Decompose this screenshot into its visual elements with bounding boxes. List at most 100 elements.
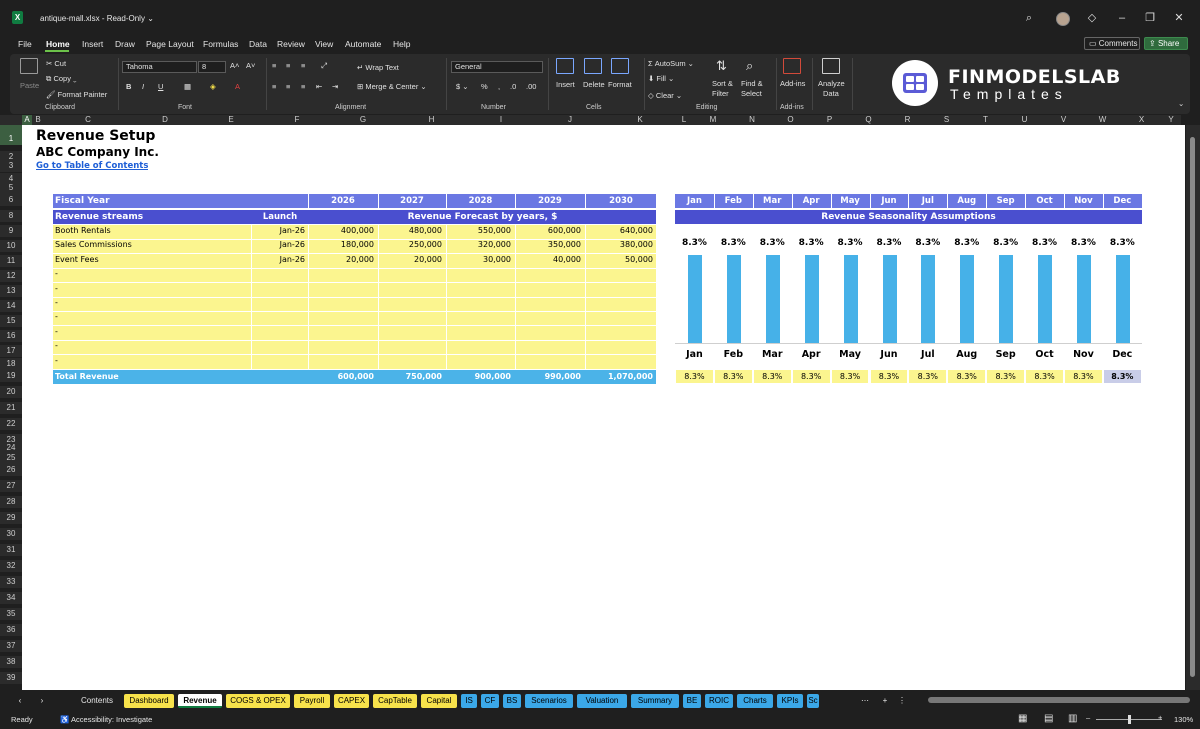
decrease-decimal-icon[interactable]: .00 xyxy=(526,82,536,91)
menu-home[interactable]: Home xyxy=(46,39,70,49)
sheet-tab-capital[interactable]: Capital xyxy=(421,694,457,708)
sheet-tab-captable[interactable]: CapTable xyxy=(373,694,417,708)
row-header-13[interactable]: 13 xyxy=(0,285,22,297)
column-header-y[interactable]: Y xyxy=(1161,115,1181,125)
row-header-31[interactable]: 31 xyxy=(0,544,22,556)
comma-icon[interactable]: , xyxy=(498,82,500,91)
column-header-t[interactable]: T xyxy=(966,115,1005,125)
column-header-b[interactable]: B xyxy=(32,115,44,125)
column-header-a[interactable]: A xyxy=(22,115,32,125)
paste-button[interactable]: Paste xyxy=(20,81,39,90)
collapse-ribbon-icon[interactable]: ⌄ xyxy=(1178,99,1184,108)
menu-data[interactable]: Data xyxy=(249,39,267,49)
column-header-r[interactable]: R xyxy=(888,115,927,125)
sheet-tab-revenue[interactable]: Revenue xyxy=(178,694,222,708)
stream-value-2028[interactable]: 550,000 xyxy=(447,226,514,235)
column-header-j[interactable]: J xyxy=(535,115,605,125)
align-right-icon[interactable]: ≡ xyxy=(301,82,305,91)
add-ins-button[interactable]: Add-ins xyxy=(780,79,805,88)
row-header-19[interactable]: 19 xyxy=(0,370,22,382)
row-header-5[interactable]: 5 xyxy=(0,182,22,194)
stream-value-2027[interactable]: 480,000 xyxy=(379,226,445,235)
column-header-k[interactable]: K xyxy=(605,115,675,125)
analyze-data-icon[interactable] xyxy=(822,58,840,74)
stream-launch[interactable]: Jan-26 xyxy=(252,255,308,264)
row-header-11[interactable]: 11 xyxy=(0,255,22,267)
row-header-39[interactable]: 39 xyxy=(0,672,22,684)
horizontal-scrollbar[interactable] xyxy=(928,697,1190,703)
stream-value-2030[interactable]: 50,000 xyxy=(586,255,656,264)
find-select-line1[interactable]: Find & xyxy=(741,79,763,88)
row-header-25[interactable]: 25 xyxy=(0,452,22,464)
stream-value-2027[interactable]: 20,000 xyxy=(379,255,445,264)
stream-name[interactable]: Sales Commissions xyxy=(55,240,245,249)
wrap-text-button[interactable]: ↵ Wrap Text xyxy=(357,63,399,72)
row-header-15[interactable]: 15 xyxy=(0,315,22,327)
cut-button[interactable]: ✂ Cut xyxy=(46,59,66,68)
vertical-scroll-thumb[interactable] xyxy=(1190,137,1195,677)
row-header-21[interactable]: 21 xyxy=(0,402,22,414)
page-layout-view-icon[interactable]: ▤ xyxy=(1044,713,1053,724)
row-header-6[interactable]: 6 xyxy=(0,194,22,206)
sheet-tab-scenarios[interactable]: Scenarios xyxy=(525,694,573,708)
column-header-x[interactable]: X xyxy=(1122,115,1161,125)
zoom-out-icon[interactable]: – xyxy=(1086,713,1090,722)
stream-value-2030[interactable]: 380,000 xyxy=(586,240,656,249)
menu-page-layout[interactable]: Page Layout xyxy=(146,39,194,49)
stream-value-2026[interactable]: 400,000 xyxy=(309,226,377,235)
select-all-corner[interactable] xyxy=(0,115,22,125)
sheet-tab-be[interactable]: BE xyxy=(683,694,701,708)
stream-name[interactable]: Event Fees xyxy=(55,255,245,264)
column-header-v[interactable]: V xyxy=(1044,115,1083,125)
avatar[interactable] xyxy=(1056,12,1070,26)
font-name-select[interactable]: Tahoma xyxy=(122,61,197,73)
sheet-tab-valuation[interactable]: Valuation xyxy=(577,694,627,708)
column-header-w[interactable]: W xyxy=(1083,115,1122,125)
accessibility-status[interactable]: ♿ Accessibility: Investigate xyxy=(60,715,152,724)
seasonality-input-may[interactable]: 8.3% xyxy=(831,370,869,383)
add-ins-icon[interactable] xyxy=(783,58,801,74)
sheet-tab-charts[interactable]: Charts xyxy=(737,694,773,708)
stream-name[interactable]: Booth Rentals xyxy=(55,226,245,235)
stream-value-2028[interactable]: 30,000 xyxy=(447,255,514,264)
row-header-12[interactable]: 12 xyxy=(0,270,22,282)
column-header-o[interactable]: O xyxy=(771,115,810,125)
delete-cells-icon[interactable] xyxy=(584,58,602,74)
row-header-30[interactable]: 30 xyxy=(0,528,22,540)
row-header-32[interactable]: 32 xyxy=(0,560,22,572)
seasonality-input-mar[interactable]: 8.3% xyxy=(753,370,791,383)
column-header-p[interactable]: P xyxy=(810,115,849,125)
sheet-tab-summary[interactable]: Summary xyxy=(631,694,679,708)
sort-filter-icon[interactable]: ⇅ xyxy=(716,58,727,74)
autosum-button[interactable]: Σ AutoSum ⌄ xyxy=(648,59,694,68)
decrease-font-icon[interactable]: A˅ xyxy=(246,61,255,70)
orientation-icon[interactable]: ⤢ xyxy=(321,61,327,71)
row-header-35[interactable]: 35 xyxy=(0,608,22,620)
copy-button[interactable]: ⧉ Copy ⌄ xyxy=(46,74,77,84)
outdent-icon[interactable]: ⇥ xyxy=(332,82,338,91)
clear-button[interactable]: ◇ Clear ⌄ xyxy=(648,91,682,100)
seasonality-input-dec[interactable]: 8.3% xyxy=(1103,370,1141,383)
sheet-tab-capex[interactable]: CAPEX xyxy=(334,694,369,708)
increase-decimal-icon[interactable]: .0 xyxy=(510,82,516,91)
fill-color-icon[interactable]: ◈ xyxy=(210,82,216,91)
sheet-tab-kpis[interactable]: KPIs xyxy=(777,694,803,708)
seasonality-input-jul[interactable]: 8.3% xyxy=(909,370,947,383)
stream-name[interactable]: - xyxy=(55,341,245,350)
seasonality-input-sep[interactable]: 8.3% xyxy=(987,370,1025,383)
seasonality-input-aug[interactable]: 8.3% xyxy=(948,370,986,383)
sheet-tab-contents[interactable]: Contents xyxy=(74,694,120,708)
prev-sheet-icon[interactable]: ‹ xyxy=(14,694,26,708)
seasonality-input-jan[interactable]: 8.3% xyxy=(676,370,713,383)
row-header-37[interactable]: 37 xyxy=(0,640,22,652)
menu-help[interactable]: Help xyxy=(393,39,410,49)
row-header-3[interactable]: 3 xyxy=(0,160,22,172)
row-header-9[interactable]: 9 xyxy=(0,225,22,237)
row-header-38[interactable]: 38 xyxy=(0,656,22,668)
menu-review[interactable]: Review xyxy=(277,39,305,49)
insert-cells-icon[interactable] xyxy=(556,58,574,74)
sheet-tab-sc[interactable]: Sc xyxy=(807,694,819,708)
analyze-data-line1[interactable]: Analyze xyxy=(818,79,845,88)
row-header-33[interactable]: 33 xyxy=(0,576,22,588)
row-header-16[interactable]: 16 xyxy=(0,330,22,342)
